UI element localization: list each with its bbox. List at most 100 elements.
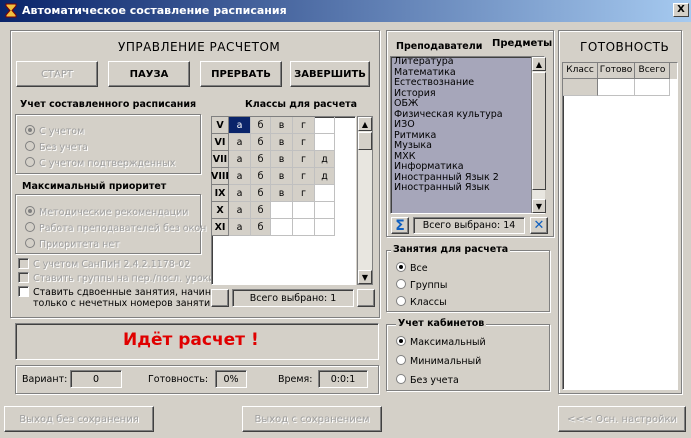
empty-cell xyxy=(635,79,670,96)
pause-button[interactable]: ПАУЗА xyxy=(108,61,190,87)
class-cell[interactable]: б xyxy=(251,117,271,134)
class-cell[interactable]: а xyxy=(229,202,251,219)
priority-option-no-gaps[interactable]: Работа преподавателей без окон xyxy=(25,222,206,234)
grade-label[interactable]: IX xyxy=(212,185,229,202)
col-done[interactable]: Готово xyxy=(598,63,635,79)
start-button[interactable]: СТАРТ xyxy=(16,61,98,87)
classes-scrollbar[interactable]: ▲ ▼ xyxy=(357,116,373,285)
class-cell[interactable]: а xyxy=(229,168,251,185)
class-cell[interactable]: г xyxy=(293,168,315,185)
sum-button[interactable]: Σ xyxy=(391,217,409,234)
class-cell[interactable]: б xyxy=(251,151,271,168)
close-button[interactable]: X xyxy=(673,3,689,17)
rooms-option-min[interactable]: Минимальный xyxy=(396,355,481,367)
class-cell[interactable]: в xyxy=(271,185,293,202)
groups-label: Ставить группы на пер./посл. уроки xyxy=(33,273,215,284)
subjects-scrollbar[interactable]: ▲ ▼ xyxy=(531,57,546,213)
class-cell[interactable]: а xyxy=(229,185,251,202)
subject-item[interactable]: Информатика xyxy=(391,161,544,173)
scroll-thumb[interactable] xyxy=(532,72,546,190)
finish-button[interactable]: ЗАВЕРШИТЬ xyxy=(290,61,370,87)
priority-option-none[interactable]: Приоритета нет xyxy=(25,238,120,250)
accounting-option-with[interactable]: С учетом xyxy=(25,125,84,137)
exit-save-button[interactable]: Выход с сохранением xyxy=(242,406,382,432)
radio-indicator xyxy=(396,262,406,272)
tab-subjects[interactable]: Предметы xyxy=(492,38,552,49)
exit-no-save-button[interactable]: Выход без сохранения xyxy=(4,406,154,432)
lessons-option-groups[interactable]: Группы xyxy=(396,279,447,291)
class-cell[interactable]: а xyxy=(229,117,251,134)
grade-label[interactable]: VI xyxy=(212,134,229,151)
class-cell[interactable]: б xyxy=(251,219,271,236)
class-cell[interactable]: д xyxy=(315,151,335,168)
class-cell[interactable]: в xyxy=(271,151,293,168)
radio-indicator xyxy=(396,296,406,306)
subject-item[interactable]: ОБЖ xyxy=(391,98,544,110)
radio-indicator xyxy=(25,125,35,135)
subject-item[interactable]: ИЗО xyxy=(391,119,544,131)
class-cell[interactable]: б xyxy=(251,168,271,185)
groups-checkbox[interactable]: Ставить группы на пер./посл. уроки xyxy=(18,272,215,284)
class-cell[interactable]: а xyxy=(229,219,251,236)
priority-option-methodical[interactable]: Методические рекомендации xyxy=(25,206,188,218)
scroll-up-icon[interactable]: ▲ xyxy=(358,117,372,131)
accounting-option-confirmed[interactable]: С учетом подтвержденных xyxy=(25,157,175,169)
radio-indicator xyxy=(25,157,35,167)
classes-left-button[interactable] xyxy=(211,289,229,307)
grade-label[interactable]: XI xyxy=(212,219,229,236)
main-settings-button[interactable]: <<< Осн. настройки xyxy=(558,406,686,432)
class-cell xyxy=(293,219,315,236)
scroll-up-icon[interactable]: ▲ xyxy=(532,57,546,71)
classes-right-button[interactable] xyxy=(357,289,375,307)
class-cell[interactable]: г xyxy=(293,185,315,202)
classes-grid[interactable]: Vа б в г VI а б в г VII а б в г д VIII а б в г д IX а б в г Xа б XI а… xyxy=(211,116,356,285)
scroll-down-icon[interactable]: ▼ xyxy=(532,199,546,213)
class-cell[interactable]: а xyxy=(229,134,251,151)
tab-teachers[interactable]: Преподаватели xyxy=(396,41,482,52)
class-cell[interactable]: б xyxy=(251,185,271,202)
rooms-option-none[interactable]: Без учета xyxy=(396,374,459,386)
radio-indicator xyxy=(396,374,406,384)
checkbox-box xyxy=(18,258,29,269)
class-cell[interactable]: г xyxy=(293,117,315,134)
grade-label[interactable]: VIII xyxy=(211,168,229,185)
priority-option-label: Приоритета нет xyxy=(39,239,120,250)
grade-label[interactable]: VII xyxy=(212,151,229,168)
subject-item[interactable]: Иностранный Язык xyxy=(391,182,544,194)
subject-item[interactable]: Естествознание xyxy=(391,77,544,89)
col-total[interactable]: Всего xyxy=(635,63,670,79)
col-class[interactable]: Класс xyxy=(563,63,598,79)
paired-checkbox[interactable]: Ставить сдвоенные занятия, начиная xyxy=(18,286,223,298)
class-cell[interactable]: в xyxy=(271,134,293,151)
sanpin-label: С учетом СанПиН 2.4.2.1178-02 xyxy=(33,259,191,270)
lessons-option-label: Все xyxy=(410,263,428,274)
sanpin-checkbox[interactable]: С учетом СанПиН 2.4.2.1178-02 xyxy=(18,258,190,270)
class-cell[interactable]: а xyxy=(229,151,251,168)
class-cell[interactable]: б xyxy=(251,134,271,151)
empty-cell xyxy=(563,79,598,96)
lessons-option-classes[interactable]: Классы xyxy=(396,296,447,308)
abort-button[interactable]: ПРЕРВАТЬ xyxy=(200,61,282,87)
accounting-option-without[interactable]: Без учета xyxy=(25,141,88,153)
subject-item[interactable]: Музыка xyxy=(391,140,544,152)
class-cell[interactable]: в xyxy=(271,168,293,185)
grade-label[interactable]: X xyxy=(212,202,229,219)
clear-button[interactable]: ✕ xyxy=(530,217,548,234)
class-cell[interactable]: г xyxy=(293,151,315,168)
priority-heading: Максимальный приоритет xyxy=(22,181,167,192)
radio-indicator xyxy=(396,279,406,289)
lessons-option-all[interactable]: Все xyxy=(396,262,428,274)
subjects-list[interactable]: Литература Математика Естествознание Истори… xyxy=(390,56,545,214)
grade-label[interactable]: V xyxy=(212,117,229,134)
rooms-option-max[interactable]: Максимальный xyxy=(396,336,486,348)
class-cell[interactable]: в xyxy=(271,117,293,134)
subject-item[interactable]: Литература xyxy=(391,57,544,68)
class-cell[interactable]: б xyxy=(251,202,271,219)
class-cell[interactable]: г xyxy=(293,134,315,151)
readiness-table[interactable]: Класс Готово Всего xyxy=(562,62,678,390)
scroll-down-icon[interactable]: ▼ xyxy=(358,270,372,284)
class-cell[interactable]: д xyxy=(315,168,335,185)
lessons-option-label: Классы xyxy=(410,297,447,308)
scroll-thumb[interactable] xyxy=(358,132,372,150)
time-label: Время: xyxy=(278,374,313,385)
